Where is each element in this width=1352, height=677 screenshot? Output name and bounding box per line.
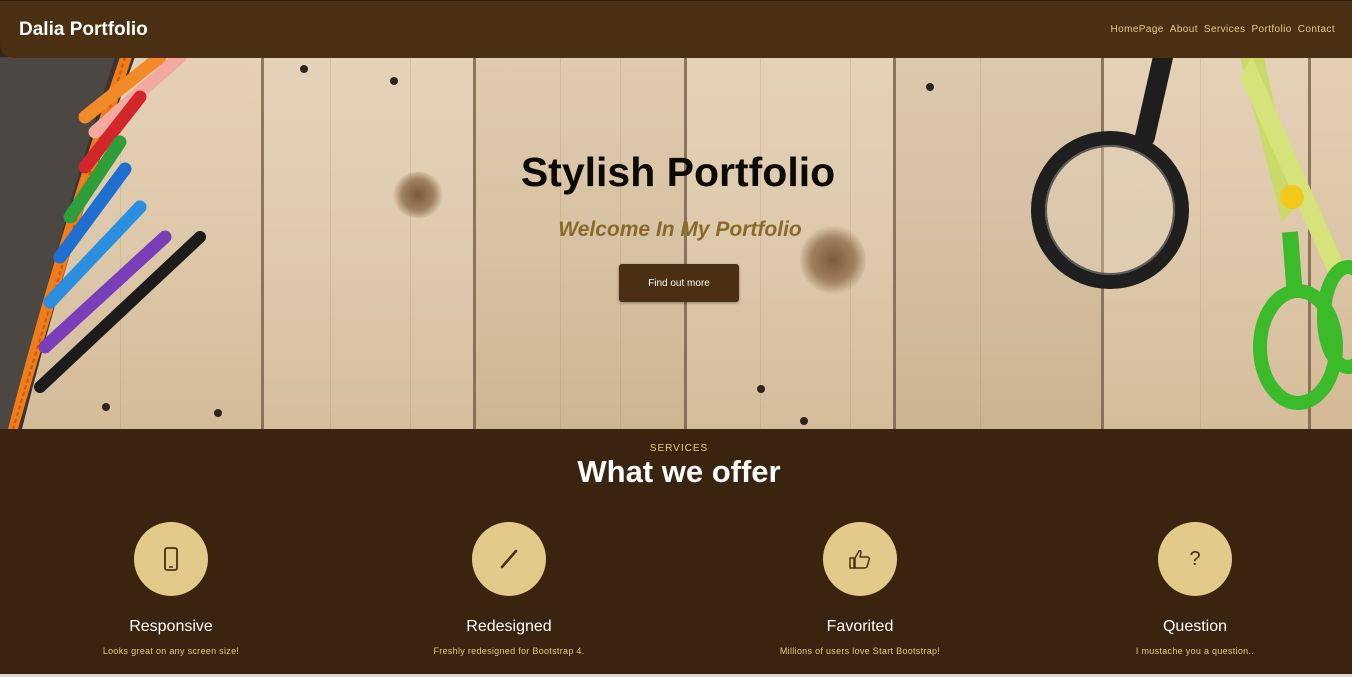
hero-title: Stylish Portfolio bbox=[520, 149, 836, 195]
nav-link-homepage[interactable]: HomePage bbox=[1111, 24, 1164, 35]
service-title: Redesigned bbox=[466, 618, 552, 635]
question-mark-icon: ? bbox=[1158, 522, 1232, 596]
navbar: Dalia Portfolio HomePage About Services … bbox=[0, 0, 1352, 58]
nav-link-services[interactable]: Services bbox=[1204, 24, 1246, 35]
section-title: What we offer bbox=[577, 454, 781, 489]
nav-link-contact[interactable]: Contact bbox=[1298, 24, 1335, 35]
pencil-case-image bbox=[0, 57, 206, 429]
services-section: SERVICES What we offer Responsive Looks … bbox=[0, 429, 1352, 677]
hero-subtitle: Welcome In My Portfolio bbox=[558, 218, 802, 241]
service-description: I mustache you a question.. bbox=[1135, 646, 1255, 656]
service-question: ? Question I mustache you a question.. bbox=[1075, 522, 1315, 656]
service-description: Millions of users love Start Bootstrap! bbox=[779, 646, 941, 656]
page: Dalia Portfolio HomePage About Services … bbox=[0, 0, 1352, 677]
service-favorited: Favorited Millions of users love Start B… bbox=[740, 522, 980, 656]
find-out-more-button[interactable]: Find out more bbox=[619, 264, 739, 302]
nav-links: HomePage About Services Portfolio Contac… bbox=[1111, 24, 1335, 35]
mobile-phone-icon bbox=[134, 522, 208, 596]
service-responsive: Responsive Looks great on any screen siz… bbox=[51, 522, 291, 656]
service-title: Question bbox=[1162, 618, 1228, 635]
service-description: Looks great on any screen size! bbox=[102, 646, 240, 656]
section-label: SERVICES bbox=[649, 443, 709, 454]
scissors-image bbox=[1240, 57, 1352, 410]
pencil-icon bbox=[472, 522, 546, 596]
service-title: Favorited bbox=[826, 618, 894, 635]
service-description: Freshly redesigned for Bootstrap 4. bbox=[433, 646, 585, 656]
brand-logo[interactable]: Dalia Portfolio bbox=[19, 19, 148, 41]
service-redesigned: Redesigned Freshly redesigned for Bootst… bbox=[389, 522, 629, 656]
thumbs-up-icon bbox=[823, 522, 897, 596]
hero-section: Stylish Portfolio Welcome In My Portfoli… bbox=[0, 57, 1352, 429]
nav-link-about[interactable]: About bbox=[1170, 24, 1198, 35]
service-title: Responsive bbox=[129, 618, 213, 635]
nav-link-portfolio[interactable]: Portfolio bbox=[1251, 24, 1291, 35]
